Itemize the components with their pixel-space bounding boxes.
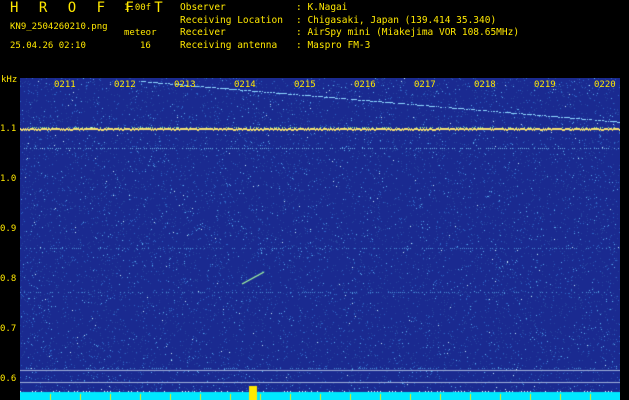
time-tick-label: 0220 xyxy=(594,80,616,90)
time-tick-label: 0214 xyxy=(234,80,256,90)
frequency-tick-label: 1.0 xyxy=(0,174,17,184)
info-receiver: Receiver: AirSpy mini (Miakejima VOR 108… xyxy=(180,27,520,38)
app-version: 1.00f xyxy=(124,3,152,13)
spectrogram-canvas xyxy=(20,78,620,400)
time-tick-label: 0217 xyxy=(414,80,436,90)
file-name: KN9_2504260210.png xyxy=(10,22,108,32)
time-tick-label: 0211 xyxy=(54,80,76,90)
frequency-tick-label: 0.9 xyxy=(0,224,17,234)
frequency-tick-label: 1.1 xyxy=(0,124,17,134)
info-antenna: Receiving antenna: Maspro FM-3 xyxy=(180,39,371,51)
time-tick-label: 0215 xyxy=(294,80,316,90)
frequency-tick-label: 0.7 xyxy=(0,324,17,334)
frequency-tick-label: 0.6 xyxy=(0,374,17,384)
time-tick-label: 0212 xyxy=(114,80,136,90)
station-info: Observer: K.Nagai Receiving Location: Ch… xyxy=(180,2,519,52)
time-tick-label: 0219 xyxy=(534,80,556,90)
header-panel: H R O F F T 1.00f KN9_2504260210.png met… xyxy=(0,0,629,78)
frequency-unit-label: kHz xyxy=(1,75,18,85)
info-location: Receiving Location: Chigasaki, Japan (13… xyxy=(180,14,497,26)
time-tick-label: 0218 xyxy=(474,80,496,90)
meteor-label: meteor xyxy=(124,28,157,38)
time-tick-label: 0216 xyxy=(354,80,376,90)
info-observer: Observer: K.Nagai xyxy=(180,2,348,13)
time-tick-label: 0213 xyxy=(174,80,196,90)
observation-datetime: 25.04.26 02:10 xyxy=(10,41,86,51)
frequency-tick-label: 0.8 xyxy=(0,274,17,284)
meteor-count: 16 xyxy=(140,41,151,51)
